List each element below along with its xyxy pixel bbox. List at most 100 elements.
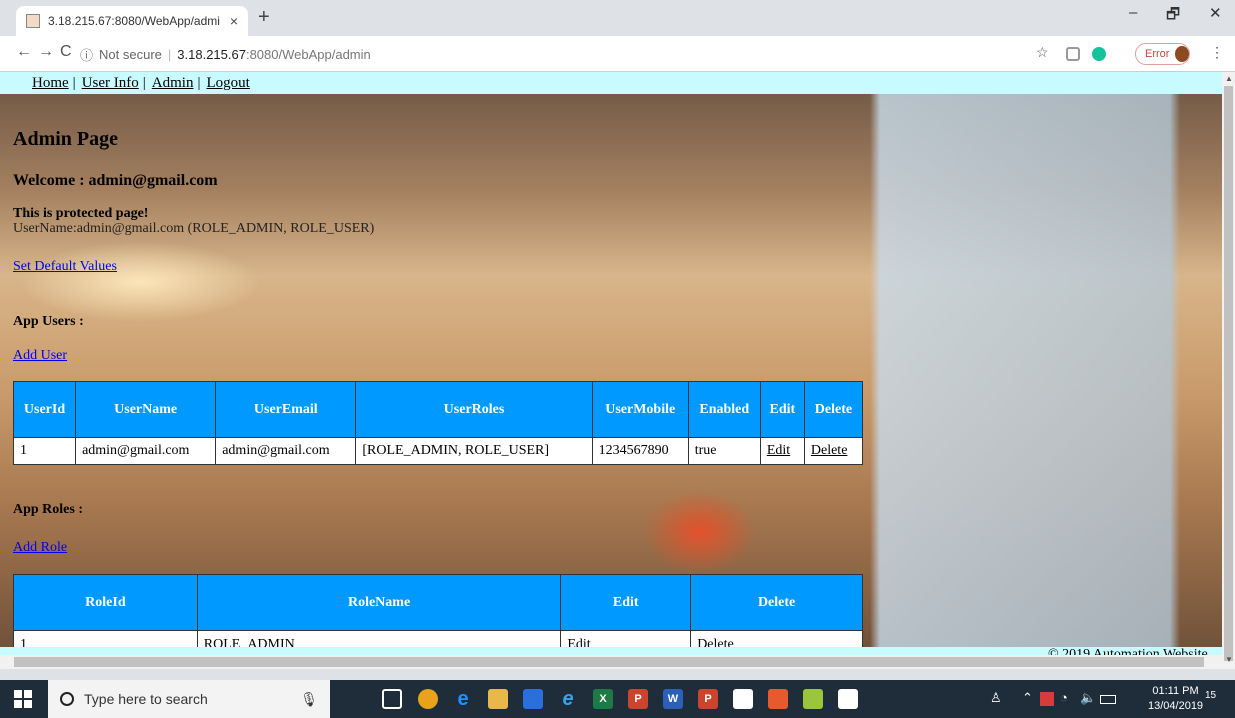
error-label: Error [1145, 48, 1170, 60]
scroll-down-icon[interactable]: ▼ [1225, 655, 1233, 664]
chrome-menu-icon[interactable]: ⋮ [1210, 44, 1224, 61]
powerpoint-icon[interactable]: P [628, 689, 648, 709]
tray-expand-icon[interactable]: ⌃ [1022, 690, 1033, 706]
microphone-icon[interactable]: 🎙 [300, 691, 318, 708]
set-default-values-link[interactable]: Set Default Values [13, 259, 117, 275]
col-header-delete: Delete [803, 381, 864, 438]
page-title: Admin Page [13, 128, 118, 150]
close-window-button[interactable]: ✕ [1209, 4, 1222, 22]
cell-delete: Delete [803, 437, 864, 465]
cell-edit: Edit [759, 437, 805, 465]
address-bar[interactable]: ⓘ Not secure | 3.18.215.67 :8080/WebApp/… [80, 41, 1040, 67]
cell-enabled: true [687, 437, 761, 465]
nav-logout-link[interactable]: Logout [206, 75, 249, 92]
col-header-userid: UserId [12, 381, 77, 438]
site-navbar: Home | User Info | Admin | Logout [0, 72, 1222, 94]
nav-separator: | [142, 74, 146, 91]
people-icon[interactable]: ♙ [990, 690, 1002, 706]
extension-icon[interactable] [1066, 47, 1080, 61]
cell-useremail: admin@gmail.com [215, 437, 357, 465]
horizontal-scroll-thumb[interactable] [14, 657, 1204, 667]
minimize-button[interactable]: – [1129, 4, 1137, 21]
windows-start-icon[interactable] [14, 690, 32, 708]
footer-bar [0, 647, 1222, 655]
search-placeholder: Type here to search [84, 691, 208, 707]
horizontal-scrollbar[interactable] [0, 655, 1222, 669]
app-roles-heading: App Roles : [13, 502, 84, 517]
bookmark-star-icon[interactable]: ☆ [1036, 44, 1049, 61]
nav-home-link[interactable]: Home [32, 75, 69, 92]
footer-copyright: © 2019 Automation Website [1048, 647, 1208, 655]
table-row: 1 admin@gmail.com admin@gmail.com [ROLE_… [12, 437, 864, 465]
powerpoint-icon-2[interactable]: P [698, 689, 718, 709]
antivirus-tray-icon[interactable] [1040, 692, 1054, 706]
url-host: 3.18.215.67 [177, 46, 246, 62]
users-table: UserId UserName UserEmail UserRoles User… [12, 381, 864, 465]
col-header-edit: Edit [759, 381, 805, 438]
url-separator: | [167, 46, 172, 62]
mail-icon[interactable] [733, 689, 753, 709]
battery-icon[interactable] [1100, 695, 1116, 704]
tab-title: 3.18.215.67:8080/WebApp/admi [48, 14, 220, 28]
browser-tab[interactable]: 3.18.215.67:8080/WebApp/admi × [16, 6, 248, 36]
add-user-link[interactable]: Add User [13, 348, 67, 364]
not-secure-label: Not secure [99, 46, 162, 62]
cell-username: admin@gmail.com [75, 437, 217, 465]
taskbar-clock[interactable]: 01:11 PM 13/04/2019 [1148, 684, 1203, 714]
tab-close-icon[interactable]: × [230, 13, 238, 29]
page-favicon-icon [26, 14, 40, 28]
grammarly-icon[interactable] [1092, 47, 1106, 61]
avatar [1175, 46, 1189, 62]
delete-user-link[interactable]: Delete [811, 443, 848, 458]
ie-taskbar-icon[interactable]: e [558, 688, 578, 710]
info-icon[interactable]: ⓘ [80, 45, 93, 64]
store-icon[interactable] [523, 689, 543, 709]
vertical-scroll-thumb[interactable] [1224, 86, 1233, 661]
volume-icon[interactable]: 🔈 [1080, 690, 1096, 706]
wifi-icon[interactable]: ◔ [1060, 690, 1068, 705]
page-viewport: Home | User Info | Admin | Logout Admin … [0, 72, 1222, 655]
welcome-heading: Welcome : admin@gmail.com [13, 172, 218, 189]
url-path: :8080/WebApp/admin [245, 46, 371, 62]
file-explorer-icon[interactable] [488, 689, 508, 709]
col-header-username: UserName [75, 381, 217, 438]
notepad-icon[interactable] [803, 689, 823, 709]
nav-user-info-link[interactable]: User Info [82, 75, 139, 92]
cell-userroles: [ROLE_ADMIN, ROLE_USER] [355, 437, 593, 465]
browser-toolbar: ← → C ⓘ Not secure | 3.18.215.67 :8080/W… [0, 36, 1235, 72]
username-line: UserName:admin@gmail.com (ROLE_ADMIN, RO… [13, 221, 375, 236]
cell-userid: 1 [12, 437, 77, 465]
back-icon[interactable]: ← [16, 43, 32, 61]
excel-icon[interactable]: X [593, 689, 613, 709]
word-icon[interactable]: W [663, 689, 683, 709]
clock-time: 01:11 PM [1152, 685, 1199, 697]
taskbar-search-input[interactable]: Type here to search 🎙 [48, 680, 330, 718]
col-header-usermobile: UserMobile [591, 381, 689, 438]
profile-error-button[interactable]: Error [1135, 43, 1190, 65]
cortana-icon [60, 692, 74, 706]
vertical-scrollbar[interactable]: ▲ ▼ [1222, 72, 1235, 669]
notification-count: 15 [1205, 690, 1217, 701]
photos-icon[interactable] [838, 689, 858, 709]
task-view-icon[interactable] [382, 689, 402, 709]
scroll-up-icon[interactable]: ▲ [1225, 74, 1233, 83]
col-header-role-delete: Delete [690, 574, 863, 631]
xampp-icon[interactable] [768, 689, 788, 709]
forward-icon[interactable]: → [38, 43, 54, 61]
app-users-heading: App Users : [13, 314, 84, 329]
notification-center-icon[interactable]: 15 [1205, 690, 1216, 701]
roles-table: RoleId RoleName Edit Delete 1 ROLE_ADMIN… [13, 574, 863, 655]
maximize-button[interactable]: 🗗 [1166, 4, 1180, 29]
chrome-taskbar-icon[interactable] [418, 689, 438, 709]
reload-icon[interactable]: C [60, 43, 72, 61]
nav-separator: | [72, 74, 76, 91]
col-header-userroles: UserRoles [355, 381, 593, 438]
add-role-link[interactable]: Add Role [13, 540, 67, 556]
windows-taskbar: Type here to search 🎙 e e X P W P ♙ ⌃ ◔ … [0, 680, 1235, 718]
col-header-useremail: UserEmail [215, 381, 357, 438]
protected-notice: This is protected page! [13, 206, 149, 221]
new-tab-button[interactable]: + [258, 6, 270, 29]
nav-admin-link[interactable]: Admin [152, 75, 194, 92]
edge-taskbar-icon[interactable]: e [453, 688, 473, 710]
edit-user-link[interactable]: Edit [767, 443, 790, 458]
